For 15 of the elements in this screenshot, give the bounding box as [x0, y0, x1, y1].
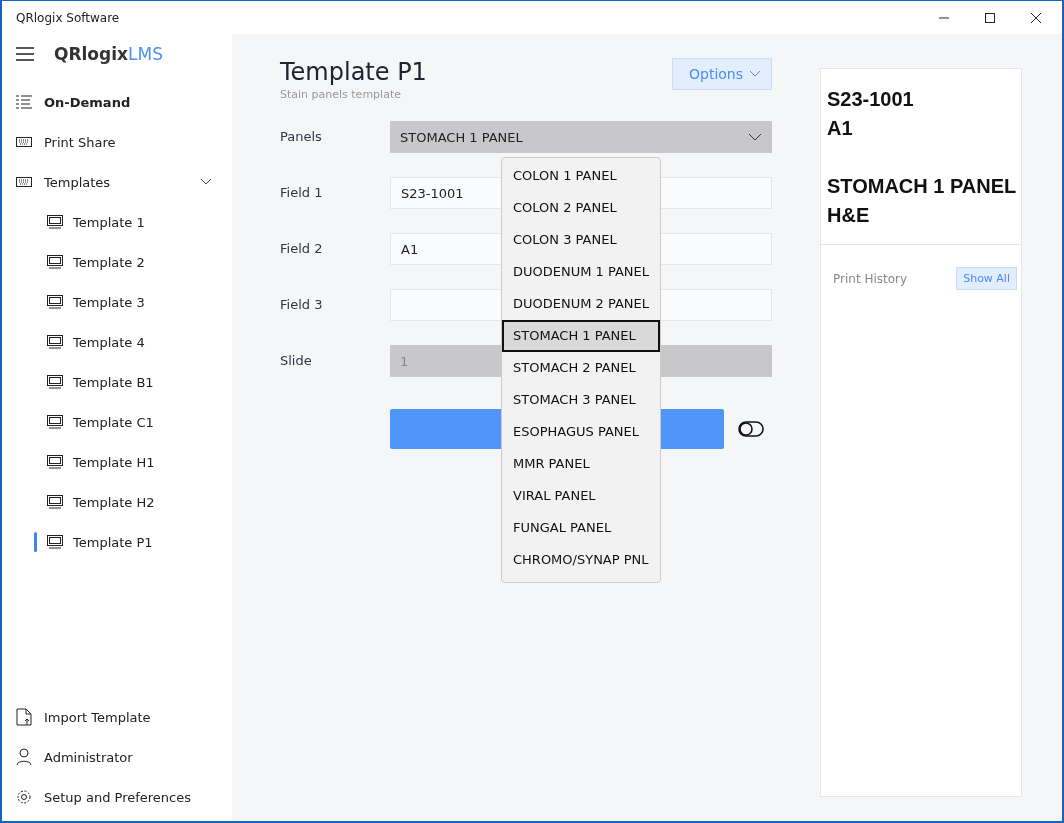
field-label: Field 2 — [280, 240, 324, 258]
field-label: Field 3 — [280, 296, 324, 314]
field-label: Panels — [280, 128, 323, 146]
page-subtitle: Stain panels template — [280, 88, 402, 101]
logo-text: QRlogix — [54, 44, 128, 64]
page-title: Template P1 — [280, 58, 427, 86]
field-label: Slide — [280, 352, 313, 370]
label-preview-text: STOMACH 1 PANEL — [827, 175, 1017, 197]
label-preview-text: H&E — [827, 204, 870, 226]
window-title: QRlogix Software — [16, 10, 120, 25]
logo-suffix: LMS — [128, 44, 163, 64]
label-preview-text: A1 — [827, 117, 853, 139]
field-label: Field 1 — [280, 184, 324, 202]
print-history-label: Print History — [833, 271, 908, 286]
label-preview-text: S23-1001 — [827, 88, 914, 110]
